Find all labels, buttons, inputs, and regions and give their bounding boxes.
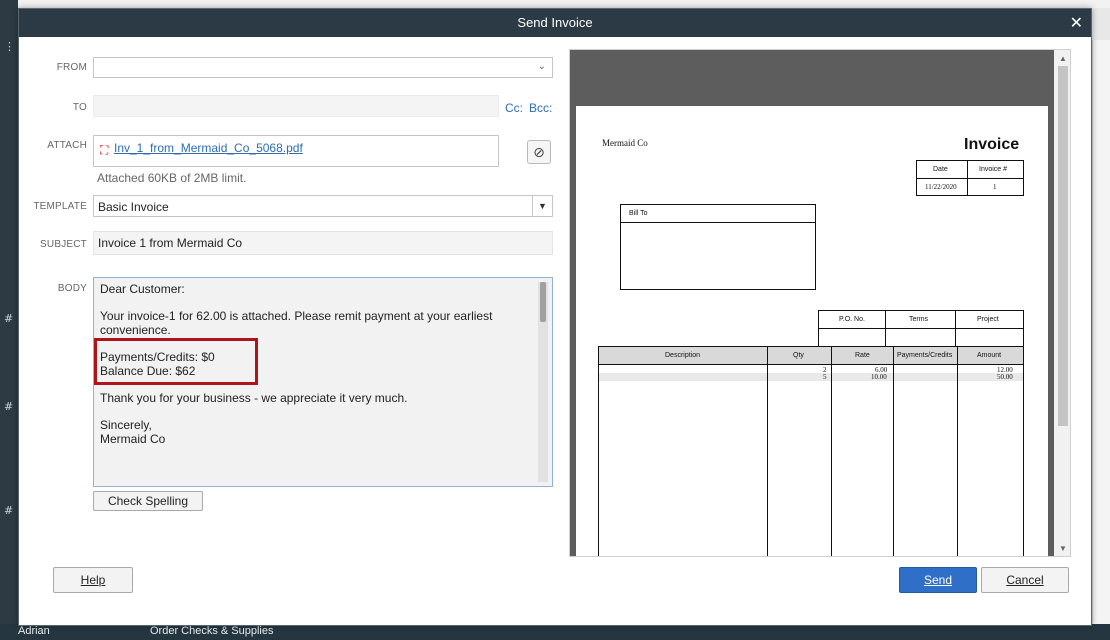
col-amount: Amount: [977, 352, 1002, 359]
subject-label: SUBJECT: [40, 239, 87, 250]
invoice-preview: Mermaid Co Invoice Date Invoice # 11/22/…: [569, 49, 1071, 557]
table-rule: [819, 328, 1023, 329]
table-rule: [885, 311, 886, 347]
dialog-title: Send Invoice: [517, 15, 593, 30]
body-scroll-thumb[interactable]: [540, 282, 546, 322]
row2-amount: 50.00: [997, 373, 1013, 381]
bill-to-label: Bill To: [629, 210, 648, 217]
preview-toolbar: [570, 50, 1054, 106]
scroll-down-icon[interactable]: ▼: [1059, 544, 1067, 553]
background-app-right-panel: [1092, 40, 1110, 640]
template-select[interactable]: Basic Invoice ▼: [93, 195, 553, 217]
body-closing: Sincerely,: [100, 418, 152, 432]
body-signature: Mermaid Co: [100, 432, 166, 446]
dropdown-arrow-icon[interactable]: ▼: [532, 196, 552, 216]
sidebar-icon: #: [4, 504, 14, 517]
body-scrollbar[interactable]: [538, 282, 548, 482]
invoice-no-header: Invoice #: [979, 166, 1008, 173]
check-spelling-button[interactable]: Check Spelling: [93, 491, 203, 511]
invoice-no-value: 1: [993, 183, 997, 191]
close-icon[interactable]: ✕: [1070, 13, 1083, 33]
col-description: Description: [665, 352, 701, 359]
cancel-button[interactable]: Cancel: [981, 567, 1069, 593]
table-header-bg: [599, 347, 1023, 364]
balance-highlight-box: [94, 338, 258, 385]
sidebar-icon: #: [4, 400, 14, 413]
table-rule: [767, 347, 768, 556]
attachment-link[interactable]: ⛶ Inv_1_from_Mermaid_Co_5068.pdf: [100, 141, 303, 157]
dialog-titlebar: Send Invoice ✕: [19, 9, 1091, 37]
background-app-bottom-bar: Adrian Order Checks & Supplies: [0, 624, 1110, 640]
date-value: 11/22/2020: [925, 183, 957, 191]
cc-link[interactable]: Cc:: [505, 101, 523, 115]
doc-company-name: Mermaid Co: [602, 138, 648, 148]
preview-scrollbar[interactable]: ▲ ▼: [1054, 50, 1070, 556]
body-thanks: Thank you for your business - we appreci…: [100, 391, 408, 405]
line-items-table: Description Qty Rate Payments/Credits Am…: [598, 346, 1024, 556]
help-button[interactable]: Help: [53, 567, 133, 593]
send-invoice-dialog: Send Invoice ✕ FROM ⌄ TO Cc: Bcc: ATTACH…: [18, 8, 1092, 626]
po-terms-table: P.O. No. Terms Project: [818, 310, 1024, 347]
attachment-name: Inv_1_from_Mermaid_Co_5068.pdf: [114, 141, 303, 155]
pdf-icon: ⛶: [100, 143, 109, 157]
attachment-box: ⛶ Inv_1_from_Mermaid_Co_5068.pdf: [93, 135, 499, 167]
body-message: Your invoice-1 for 62.00 is attached. Pl…: [100, 309, 493, 337]
table-row-shade: [599, 373, 1023, 381]
invoice-document: Mermaid Co Invoice Date Invoice # 11/22/…: [576, 106, 1048, 556]
paperclip-icon[interactable]: ⊘: [527, 140, 551, 164]
bill-to-box: Bill To: [620, 204, 816, 290]
preview-scroll-thumb[interactable]: [1058, 66, 1068, 426]
table-rule: [831, 347, 832, 556]
to-label: TO: [72, 102, 87, 113]
date-invoice-table: Date Invoice # 11/22/2020 1: [916, 160, 1024, 196]
subject-value: Invoice 1 from Mermaid Co: [98, 236, 243, 250]
table-rule: [955, 311, 956, 347]
bcc-link[interactable]: Bcc:: [529, 101, 552, 115]
col-payments-credits: Payments/Credits: [897, 352, 953, 359]
body-label: BODY: [57, 283, 87, 294]
template-label: TEMPLATE: [33, 201, 87, 212]
from-label: FROM: [56, 62, 87, 73]
table-rule: [599, 364, 1023, 365]
table-rule: [893, 347, 894, 556]
cancel-button-label: Cancel: [1006, 573, 1044, 587]
attach-size-note: Attached 60KB of 2MB limit.: [97, 171, 247, 185]
attach-label: ATTACH: [47, 140, 87, 151]
terms-header: Terms: [909, 316, 929, 323]
to-field[interactable]: [93, 95, 499, 117]
template-value: Basic Invoice: [98, 200, 169, 214]
sidebar-icon: #: [4, 312, 14, 325]
row2-rate: 10.00: [871, 373, 887, 381]
sidebar-icon: ⋮: [4, 40, 15, 53]
background-app-top: [0, 0, 1110, 8]
scroll-up-icon[interactable]: ▲: [1059, 54, 1067, 63]
date-header: Date: [933, 166, 948, 173]
help-button-label: Help: [80, 573, 106, 587]
subject-input[interactable]: Invoice 1 from Mermaid Co: [93, 231, 553, 255]
table-rule: [621, 222, 815, 223]
send-button[interactable]: Send: [899, 567, 977, 593]
send-button-label: Send: [923, 573, 953, 587]
from-select[interactable]: ⌄: [93, 57, 553, 78]
doc-heading: Invoice: [964, 136, 1020, 153]
background-order-checks-link[interactable]: Order Checks & Supplies: [150, 625, 274, 637]
body-greeting: Dear Customer:: [100, 282, 185, 296]
background-user-name: Adrian: [18, 625, 50, 637]
table-rule: [967, 161, 968, 195]
table-rule: [957, 347, 958, 556]
col-qty: Qty: [793, 352, 804, 359]
po-header: P.O. No.: [839, 316, 865, 323]
background-app-sidebar: ⋮ # # #: [0, 0, 18, 640]
col-rate: Rate: [855, 352, 870, 359]
row2-qty: 5: [823, 373, 827, 381]
chevron-down-icon: ⌄: [537, 61, 546, 72]
project-header: Project: [977, 316, 999, 323]
table-rule: [917, 178, 1023, 179]
